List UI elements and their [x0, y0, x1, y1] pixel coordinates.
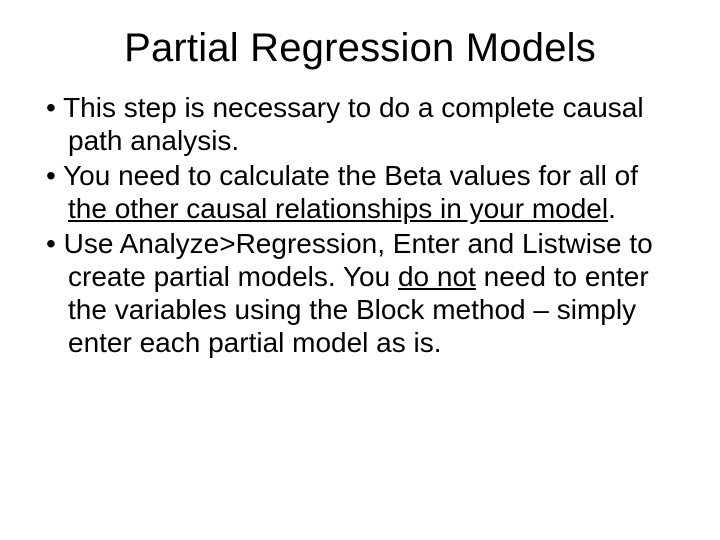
list-item: This step is necessary to do a complete …: [46, 91, 672, 157]
bullet-text: .: [608, 193, 616, 224]
bullet-text: You need to calculate the Beta values fo…: [63, 160, 638, 191]
bullet-list: This step is necessary to do a complete …: [40, 91, 680, 359]
list-item: Use Analyze>Regression, Enter and Listwi…: [46, 227, 672, 359]
bullet-underline: the other causal relationships in your m…: [68, 193, 608, 224]
slide: Partial Regression Models This step is n…: [0, 0, 720, 540]
list-item: You need to calculate the Beta values fo…: [46, 159, 672, 225]
slide-title: Partial Regression Models: [40, 26, 680, 71]
bullet-text: This step is necessary to do a complete …: [63, 92, 644, 156]
bullet-underline: do not: [398, 261, 476, 292]
